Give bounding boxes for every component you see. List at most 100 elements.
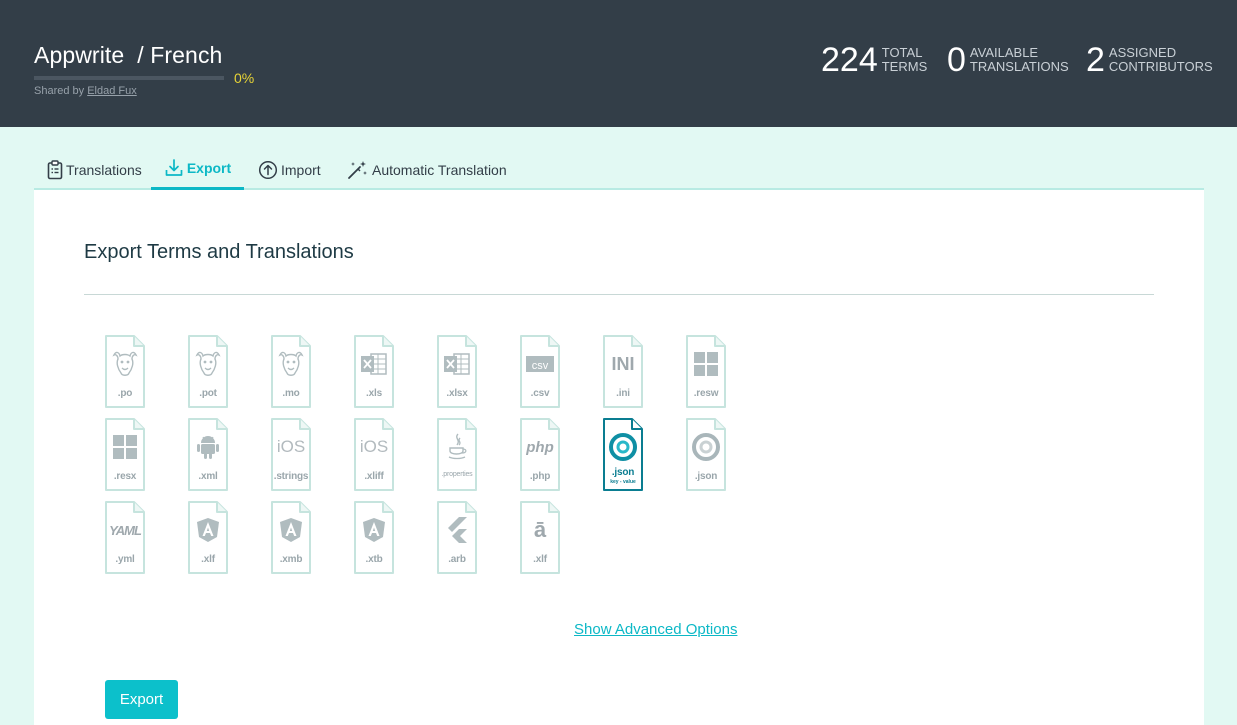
tab-automatic-translation[interactable]: Automatic Translation xyxy=(347,149,507,190)
tab-label: Export xyxy=(186,160,232,176)
download-tray-icon xyxy=(165,159,183,176)
stat-label: ASSIGNED CONTRIBUTORS xyxy=(1108,45,1213,74)
format-extension: .ini xyxy=(616,388,630,399)
format-option[interactable]: .arb xyxy=(436,500,478,575)
tab-bar: Translations Export Import Automatic Tra… xyxy=(34,149,1204,190)
windows-icon xyxy=(109,431,141,463)
format-extension: .xmb xyxy=(279,554,303,565)
gnu-icon xyxy=(192,348,224,380)
progress-bar xyxy=(34,76,224,80)
flutter-icon xyxy=(441,514,473,546)
language-name: / French xyxy=(137,42,223,68)
angular-icon xyxy=(358,514,390,546)
format-extension: .xlf xyxy=(533,554,547,565)
format-extension: .strings xyxy=(273,471,309,482)
shared-by-label: Shared by xyxy=(34,85,88,97)
stat-assigned-contributors: 2 ASSIGNED CONTRIBUTORS xyxy=(1086,42,1213,78)
php-icon: php xyxy=(526,438,554,456)
format-extension: .xls xyxy=(366,388,382,399)
format-option[interactable]: .json key - value xyxy=(602,417,644,492)
show-advanced-options-link[interactable]: Show Advanced Options xyxy=(574,621,737,638)
format-option[interactable]: YAML .yml xyxy=(104,500,146,575)
shared-by-user-link[interactable]: Eldad Fux xyxy=(87,85,137,97)
export-panel: Export Terms and Translations .po .pot .… xyxy=(34,190,1204,725)
format-extension: .po xyxy=(117,388,133,399)
tab-label: Import xyxy=(281,161,321,178)
excel-icon xyxy=(358,348,390,380)
format-option[interactable]: iOS .xliff xyxy=(353,417,395,492)
tab-label: Automatic Translation xyxy=(372,161,507,178)
format-option[interactable]: .resx xyxy=(104,417,146,492)
stat-label: AVAILABLE TRANSLATIONS xyxy=(969,45,1069,74)
format-option[interactable]: csv .csv xyxy=(519,334,561,409)
format-extension: .mo xyxy=(282,388,300,399)
format-extension: .xtb xyxy=(365,554,383,565)
json-icon xyxy=(690,431,722,463)
stat-total-terms: 224 TOTAL TERMS xyxy=(821,42,927,78)
format-extension: .php xyxy=(529,471,551,482)
format-option[interactable]: .xlf xyxy=(187,500,229,575)
project-title: Appwrite / French xyxy=(34,42,222,69)
format-option[interactable]: INI .ini xyxy=(602,334,644,409)
project-header: Appwrite / French 0% Shared by Eldad Fux… xyxy=(0,0,1237,127)
format-extension: .pot xyxy=(199,388,217,399)
format-subtitle: key - value xyxy=(610,479,636,485)
tab-import[interactable]: Import xyxy=(258,149,321,190)
stat-value: 2 xyxy=(1086,41,1105,79)
format-extension: .properties xyxy=(441,471,473,478)
format-option[interactable]: .xmb xyxy=(270,500,312,575)
format-option[interactable]: .properties xyxy=(436,417,478,492)
android-icon xyxy=(192,431,224,463)
tab-export[interactable]: Export xyxy=(151,149,244,190)
format-option[interactable]: .mo xyxy=(270,334,312,409)
format-extension: .arb xyxy=(448,554,466,565)
format-extension: .xml xyxy=(198,471,218,482)
ios-icon: iOS xyxy=(359,437,389,456)
export-button[interactable]: Export xyxy=(105,680,178,719)
magic-wand-icon xyxy=(348,160,367,179)
format-extension: .csv xyxy=(530,388,550,399)
stat-value: 0 xyxy=(947,41,966,79)
format-extension: .resx xyxy=(113,471,137,482)
format-option[interactable]: .pot xyxy=(187,334,229,409)
shared-by: Shared by Eldad Fux xyxy=(34,85,137,97)
tab-translations[interactable]: Translations xyxy=(47,149,142,190)
format-extension: .json xyxy=(611,467,635,478)
tab-label: Translations xyxy=(66,161,142,178)
svg-text:csv: csv xyxy=(532,360,549,372)
panel-title: Export Terms and Translations xyxy=(84,241,354,263)
format-extension: .xlf xyxy=(201,554,215,565)
format-option[interactable]: .xlsx xyxy=(436,334,478,409)
stat-label: TOTAL TERMS xyxy=(881,45,928,74)
yaml-icon: YAML xyxy=(109,522,142,538)
format-option[interactable]: .resw xyxy=(685,334,727,409)
divider xyxy=(84,294,1154,295)
json-icon xyxy=(607,431,639,463)
format-extension: .xliff xyxy=(364,471,384,482)
format-option[interactable]: .po xyxy=(104,334,146,409)
format-option[interactable]: .json xyxy=(685,417,727,492)
upload-circle-icon xyxy=(258,160,278,179)
format-option[interactable]: iOS .strings xyxy=(270,417,312,492)
stat-available-translations: 0 AVAILABLE TRANSLATIONS xyxy=(947,42,1069,78)
format-option[interactable]: ā .xlf xyxy=(519,500,561,575)
angular-icon xyxy=(192,514,224,546)
format-extension: .xlsx xyxy=(446,388,468,399)
gnu-icon xyxy=(109,348,141,380)
a-macron-icon: ā xyxy=(533,517,547,542)
project-name[interactable]: Appwrite xyxy=(34,42,124,68)
format-extension: .yml xyxy=(115,554,135,565)
format-option[interactable]: php .php xyxy=(519,417,561,492)
format-extension: .resw xyxy=(693,388,719,399)
ios-icon: iOS xyxy=(276,437,306,456)
format-option[interactable]: .xml xyxy=(187,417,229,492)
format-option[interactable]: .xtb xyxy=(353,500,395,575)
progress-percent: 0% xyxy=(234,70,255,86)
excel-icon xyxy=(441,348,473,380)
gnu-icon xyxy=(275,348,307,380)
csv-icon: csv xyxy=(524,348,556,380)
angular-icon xyxy=(275,514,307,546)
format-option[interactable]: .xls xyxy=(353,334,395,409)
stat-value: 224 xyxy=(821,41,878,79)
java-icon xyxy=(441,431,473,463)
